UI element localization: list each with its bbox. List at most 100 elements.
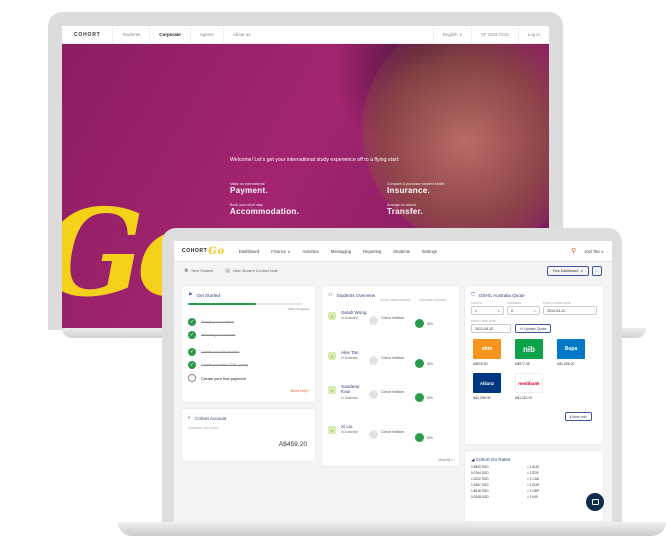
- get-started-title: ⚑ Get Started: [182, 286, 315, 298]
- language-select[interactable]: English ∨: [432, 26, 471, 44]
- application-count: 500: [427, 435, 433, 440]
- task-label: Activate your account: [201, 333, 236, 337]
- oshc-title: ⛉ OSHC Australia Quote: [465, 286, 603, 298]
- student-avatar: ☺: [328, 426, 336, 434]
- chevron-down-icon: ∨: [497, 308, 500, 313]
- student-identity: Alex Tan In Australia: [341, 350, 369, 361]
- rates-card: ◢ Cohort Go Rates 0.9805 SGD = 1 AUD 0.0…: [465, 451, 603, 521]
- bupa-logo[interactable]: Bupa: [557, 339, 585, 359]
- app-logo[interactable]: COHORT Go: [174, 246, 233, 257]
- login-link[interactable]: Log in: [517, 26, 549, 44]
- phone-number[interactable]: 07 3333 7215: [471, 26, 518, 44]
- nav-dashboard[interactable]: Dashboard: [233, 249, 266, 254]
- check-icon: ✓: [188, 331, 196, 339]
- nav-about[interactable]: About us: [222, 26, 260, 44]
- status-dot-green: [415, 319, 424, 328]
- new-contact-note-button[interactable]: ▤ New Student Contact Note: [225, 268, 278, 274]
- nav-finance[interactable]: Finance ∨: [265, 249, 296, 254]
- bupa-price: A$1,056.00: [557, 362, 575, 366]
- status-dot-green: [415, 433, 424, 442]
- empty-circle-icon: [188, 374, 196, 382]
- student-avatar: ☺: [328, 312, 336, 320]
- medibank-logo[interactable]: medibank: [515, 373, 543, 393]
- children-select[interactable]: 0 ∨: [507, 306, 540, 315]
- user-menu[interactable]: Joel Tan ∨: [582, 249, 612, 254]
- students-overview-card: ⚇ Students Overview STUDY APPLICATIONS VI…: [322, 286, 459, 466]
- student-location: In Australia: [341, 356, 358, 361]
- service-small-label: Arrange an airport: [387, 203, 416, 207]
- start-date-label: POLICY START DATE: [543, 301, 571, 305]
- service-big-label: Insurance.: [387, 186, 431, 195]
- study-application: Cohort Institute: [369, 390, 409, 399]
- application-count: 500: [427, 361, 433, 366]
- dashboard-options-button[interactable]: ⋯: [592, 266, 602, 276]
- student-row[interactable]: ☺ Sandeep Kaur In Australia Cohort Instit…: [328, 384, 453, 424]
- task-first-payment[interactable]: Create your first payment: [188, 374, 246, 382]
- rate-left: 1.0202 SGD: [471, 477, 489, 481]
- new-student-button[interactable]: ⚉ New Student: [184, 268, 213, 274]
- institute-name: Cohort Institute: [381, 356, 404, 360]
- allianz-price: A$1,096.00: [473, 396, 491, 400]
- nav-students[interactable]: Students: [387, 249, 416, 254]
- nib-logo[interactable]: nib: [515, 339, 543, 359]
- get-started-title-text: Get Started: [196, 292, 220, 298]
- balance-label: CURRENT BALANCE: [188, 426, 219, 430]
- allianz-logo[interactable]: Allianz: [473, 373, 501, 393]
- start-date-field[interactable]: 2019-04-20: [543, 306, 597, 315]
- task-label: Create your first student: [201, 350, 240, 354]
- chevron-down-icon: ∨: [533, 308, 536, 313]
- nav-settings[interactable]: Settings: [416, 249, 443, 254]
- site-logo[interactable]: COHORT: [62, 32, 112, 38]
- start-date-value: 2019-04-20: [547, 308, 566, 313]
- task-activate-account[interactable]: ✓ Activate your account: [188, 331, 235, 339]
- application-count: 500: [427, 395, 433, 400]
- service-accommodation[interactable]: Book your short stay Accommodation.: [230, 203, 299, 216]
- service-insurance[interactable]: Compare & purchase student health Insura…: [387, 182, 445, 195]
- end-date-field[interactable]: 2021-04-20: [471, 324, 511, 333]
- task-first-student[interactable]: ✓ Create your first student: [188, 348, 239, 356]
- student-row[interactable]: ☺ Sarah Wong In Australia Cohort Institut…: [328, 310, 453, 350]
- nav-activities[interactable]: Activities: [296, 249, 325, 254]
- view-all-link[interactable]: View All »: [438, 458, 453, 462]
- service-payment[interactable]: Make an international Payment.: [230, 182, 268, 195]
- update-quote-button[interactable]: ⟳ Update Quote: [515, 324, 552, 333]
- task-first-oshc[interactable]: ✓ Create your first OSHC policy: [188, 361, 248, 369]
- nav-agents[interactable]: Agents: [189, 26, 223, 44]
- ahm-price: A$915.00: [473, 362, 488, 366]
- chat-icon: [591, 499, 599, 505]
- nav-reporting[interactable]: Reporting: [357, 249, 387, 254]
- study-application: Cohort Institute: [369, 430, 409, 439]
- children-value: 0: [511, 308, 513, 313]
- new-contact-note-label: New Student Contact Note: [232, 269, 278, 273]
- visa-application: 500: [415, 359, 433, 368]
- rate-right: = 1 GBP: [527, 489, 540, 493]
- col-visa-applications: VISA APPLICATIONS: [419, 298, 446, 302]
- rate-right: = 1 EUR: [527, 483, 540, 487]
- dashboard-select[interactable]: Your Dashboard ∨: [546, 266, 589, 276]
- more-info-button[interactable]: ℹ More Info: [565, 412, 592, 421]
- visa-application: 500: [415, 393, 433, 402]
- status-dot: [369, 356, 378, 365]
- note-icon: ▤: [225, 268, 230, 274]
- search-icon[interactable]: ⚲: [565, 247, 582, 255]
- add-user-icon: ⚉: [184, 268, 189, 274]
- status-dot-green: [415, 393, 424, 402]
- ahm-logo[interactable]: ahm: [473, 339, 501, 359]
- nav-students[interactable]: Students: [112, 26, 149, 44]
- service-big-label: Accommodation.: [230, 207, 300, 216]
- account-title-text: Cohort Account: [195, 415, 227, 421]
- student-name: Sandeep Kaur: [341, 384, 360, 395]
- task-accept-contract[interactable]: ✓ Accept your contract: [188, 318, 234, 326]
- need-help-link[interactable]: Need help?: [291, 389, 309, 393]
- nav-messaging[interactable]: Messaging: [325, 249, 357, 254]
- chat-launcher-button[interactable]: [586, 493, 604, 511]
- progress-label: 60% completed: [288, 307, 309, 311]
- task-label: Accept your contract: [201, 320, 234, 324]
- student-row[interactable]: ☺ Xi Liu In Australia Cohort Institute 50…: [328, 424, 453, 464]
- institute-name: Cohort Institute: [381, 390, 404, 394]
- front-laptop: COHORT Go Dashboard Finance ∨ Activities …: [162, 228, 622, 525]
- nav-corporate[interactable]: Corporate: [149, 26, 190, 44]
- service-transfer[interactable]: Arrange an airport Transfer.: [387, 203, 423, 216]
- adults-select[interactable]: 1 ∨: [471, 306, 504, 315]
- rate-left: 0.9805 SGD: [471, 465, 489, 469]
